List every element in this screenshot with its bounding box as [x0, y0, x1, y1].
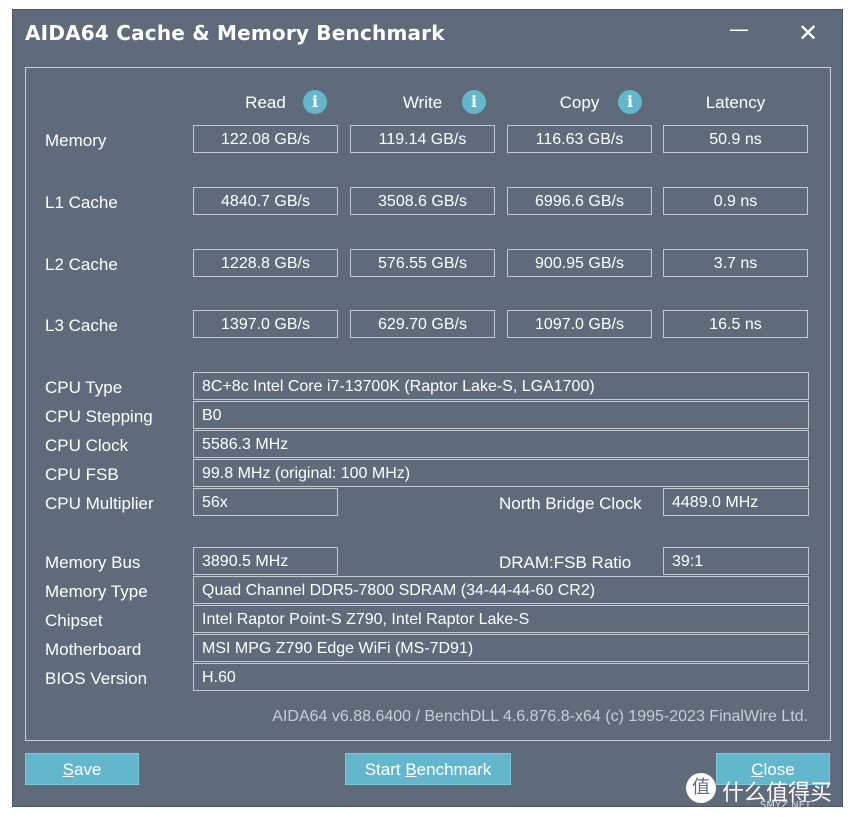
start-label-prefix: Start: [364, 760, 406, 779]
l2-write-value: 576.55 GB/s: [350, 249, 495, 277]
motherboard-value: MSI MPG Z790 Edge WiFi (MS-7D91): [193, 634, 809, 662]
l3-write-value: 629.70 GB/s: [350, 310, 495, 338]
chipset-label: Chipset: [45, 611, 103, 630]
start-mnemonic: B: [405, 760, 417, 779]
version-footer: AIDA64 v6.88.6400 / BenchDLL 4.6.876.8-x…: [272, 708, 808, 725]
window-title: AIDA64 Cache & Memory Benchmark: [25, 21, 445, 45]
save-label: ave: [73, 760, 102, 779]
row-label-l3-cache: L3 Cache: [45, 316, 118, 335]
bios-version-label: BIOS Version: [45, 669, 148, 688]
write-info-icon[interactable]: i: [462, 90, 486, 114]
row-label-l1-cache: L1 Cache: [45, 193, 118, 212]
cpu-type-label: CPU Type: [45, 378, 123, 397]
cpu-multiplier-label: CPU Multiplier: [45, 494, 154, 513]
memory-type-value: Quad Channel DDR5-7800 SDRAM (34-44-44-6…: [193, 576, 809, 604]
l3-copy-value: 1097.0 GB/s: [507, 310, 652, 338]
minimize-icon[interactable]: —: [721, 19, 757, 46]
l2-latency-value: 3.7 ns: [663, 249, 808, 277]
dram-fsb-ratio-label: DRAM:FSB Ratio: [499, 553, 632, 572]
l1-latency-value: 0.9 ns: [663, 187, 808, 215]
row-label-memory: Memory: [45, 131, 107, 150]
save-mnemonic: S: [62, 760, 74, 779]
benchmark-window: AIDA64 Cache & Memory Benchmark — ✕ Read…: [13, 10, 842, 806]
column-header-latency: Latency: [705, 93, 766, 112]
cpu-type-value: 8C+8c Intel Core i7-13700K (Raptor Lake-…: [193, 372, 809, 400]
north-bridge-clock-value: 4489.0 MHz: [663, 488, 809, 516]
close-icon[interactable]: ✕: [790, 20, 826, 46]
l3-read-value: 1397.0 GB/s: [193, 310, 338, 338]
start-label-rest: enchmark: [416, 760, 492, 779]
memory-copy-value: 116.63 GB/s: [507, 125, 652, 153]
copy-info-icon[interactable]: i: [618, 90, 642, 114]
dram-fsb-ratio-value: 39:1: [663, 547, 809, 575]
chipset-value: Intel Raptor Point-S Z790, Intel Raptor …: [193, 605, 809, 633]
l1-read-value: 4840.7 GB/s: [193, 187, 338, 215]
start-benchmark-button[interactable]: Start Benchmark: [345, 753, 511, 785]
cpu-clock-label: CPU Clock: [45, 436, 129, 455]
memory-read-value: 122.08 GB/s: [193, 125, 338, 153]
l2-copy-value: 900.95 GB/s: [507, 249, 652, 277]
cpu-stepping-label: CPU Stepping: [45, 407, 153, 426]
l1-copy-value: 6996.6 GB/s: [507, 187, 652, 215]
bios-version-value: H.60: [193, 663, 809, 691]
l3-latency-value: 16.5 ns: [663, 310, 808, 338]
cpu-fsb-value: 99.8 MHz (original: 100 MHz): [193, 459, 809, 487]
watermark-logo-icon: 值: [686, 773, 716, 803]
cpu-fsb-label: CPU FSB: [45, 465, 119, 484]
l2-read-value: 1228.8 GB/s: [193, 249, 338, 277]
motherboard-label: Motherboard: [45, 640, 142, 659]
save-button[interactable]: Save: [25, 753, 139, 785]
read-info-icon[interactable]: i: [303, 90, 327, 114]
memory-write-value: 119.14 GB/s: [350, 125, 495, 153]
cpu-stepping-value: B0: [193, 401, 809, 429]
memory-type-label: Memory Type: [45, 582, 148, 601]
cpu-clock-value: 5586.3 MHz: [193, 430, 809, 458]
memory-bus-label: Memory Bus: [45, 553, 141, 572]
cpu-multiplier-value: 56x: [193, 488, 338, 516]
row-label-l2-cache: L2 Cache: [45, 255, 118, 274]
watermark-subtext: SMYZ.NET: [760, 800, 812, 811]
north-bridge-clock-label: North Bridge Clock: [499, 494, 642, 513]
memory-bus-value: 3890.5 MHz: [193, 547, 338, 575]
memory-latency-value: 50.9 ns: [663, 125, 808, 153]
l1-write-value: 3508.6 GB/s: [350, 187, 495, 215]
